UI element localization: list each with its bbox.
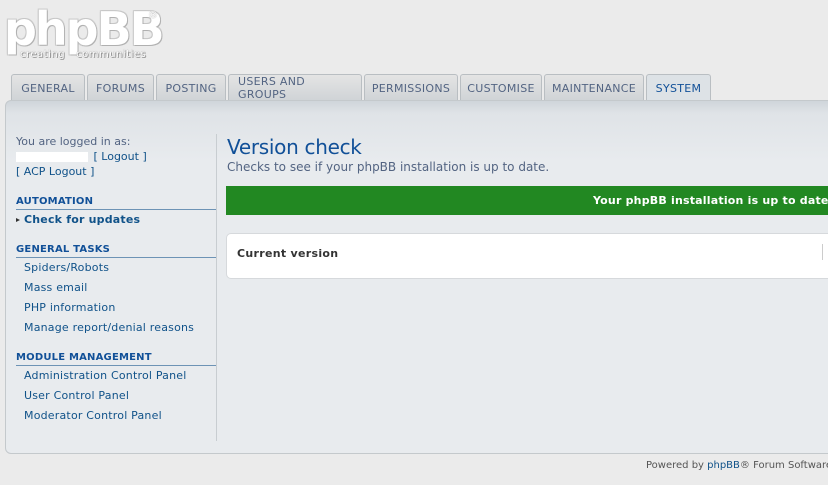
footer-suffix: ® Forum Software [739, 460, 828, 471]
tab-permissions[interactable]: PERMISSIONS [364, 74, 458, 101]
tab-forums[interactable]: FORUMS [87, 74, 154, 101]
menu-heading-automation: AUTOMATION [16, 196, 216, 210]
phpbb-logo: phpBB ® creating communities [2, 2, 165, 62]
footer-copyright: Powered by phpBB® Forum Software [646, 460, 828, 471]
logout-link[interactable]: [ Logout ] [94, 150, 147, 163]
tab-system[interactable]: SYSTEM [646, 74, 711, 102]
menu-item-manage-reasons[interactable]: Manage report/denial reasons [16, 318, 216, 338]
footer-phpbb-link[interactable]: phpBB [707, 460, 740, 471]
acp-logout-link[interactable]: [ ACP Logout ] [16, 164, 216, 179]
sidebar: You are logged in as: [ Logout ] [ ACP L… [16, 134, 216, 426]
tab-posting[interactable]: POSTING [156, 74, 226, 101]
logged-in-info: You are logged in as: [ Logout ] [ ACP L… [16, 134, 216, 179]
tab-general[interactable]: GENERAL [11, 74, 85, 101]
tab-users-and-groups[interactable]: USERS AND GROUPS [228, 74, 362, 101]
version-table: Current version [226, 233, 828, 279]
menu-heading-module-management: MODULE MANAGEMENT [16, 352, 216, 366]
menu-item-mass-email[interactable]: Mass email [16, 278, 216, 298]
version-column-divider [822, 244, 823, 260]
current-version-label: Current version [237, 247, 339, 260]
menu-item-php-information[interactable]: PHP information [16, 298, 216, 318]
page-title: Version check [227, 135, 362, 159]
success-message: Your phpBB installation is up to date. T… [226, 186, 828, 215]
sidebar-divider [216, 134, 217, 441]
logged-in-label: You are logged in as: [16, 135, 131, 148]
menu-item-mcp-modules[interactable]: Moderator Control Panel [16, 406, 216, 426]
footer-prefix: Powered by [646, 460, 708, 471]
acp-tabs: GENERAL FORUMS POSTING USERS AND GROUPS … [11, 74, 711, 102]
logo-tagline: creating communities [20, 49, 147, 60]
menu-item-spiders-robots[interactable]: Spiders/Robots [16, 258, 216, 278]
logo-wordmark: phpBB [4, 2, 165, 56]
menu-item-ucp-modules[interactable]: User Control Panel [16, 386, 216, 406]
logo-registered-mark: ® [148, 10, 158, 21]
menu-heading-general-tasks: GENERAL TASKS [16, 244, 216, 258]
menu-item-acp-modules[interactable]: Administration Control Panel [16, 366, 216, 386]
username-redacted [16, 152, 88, 162]
tab-maintenance[interactable]: MAINTENANCE [544, 74, 644, 101]
page-description: Checks to see if your phpBB installation… [227, 160, 550, 174]
tab-customise[interactable]: CUSTOMISE [460, 74, 542, 101]
menu-item-check-for-updates[interactable]: Check for updates [16, 210, 216, 230]
